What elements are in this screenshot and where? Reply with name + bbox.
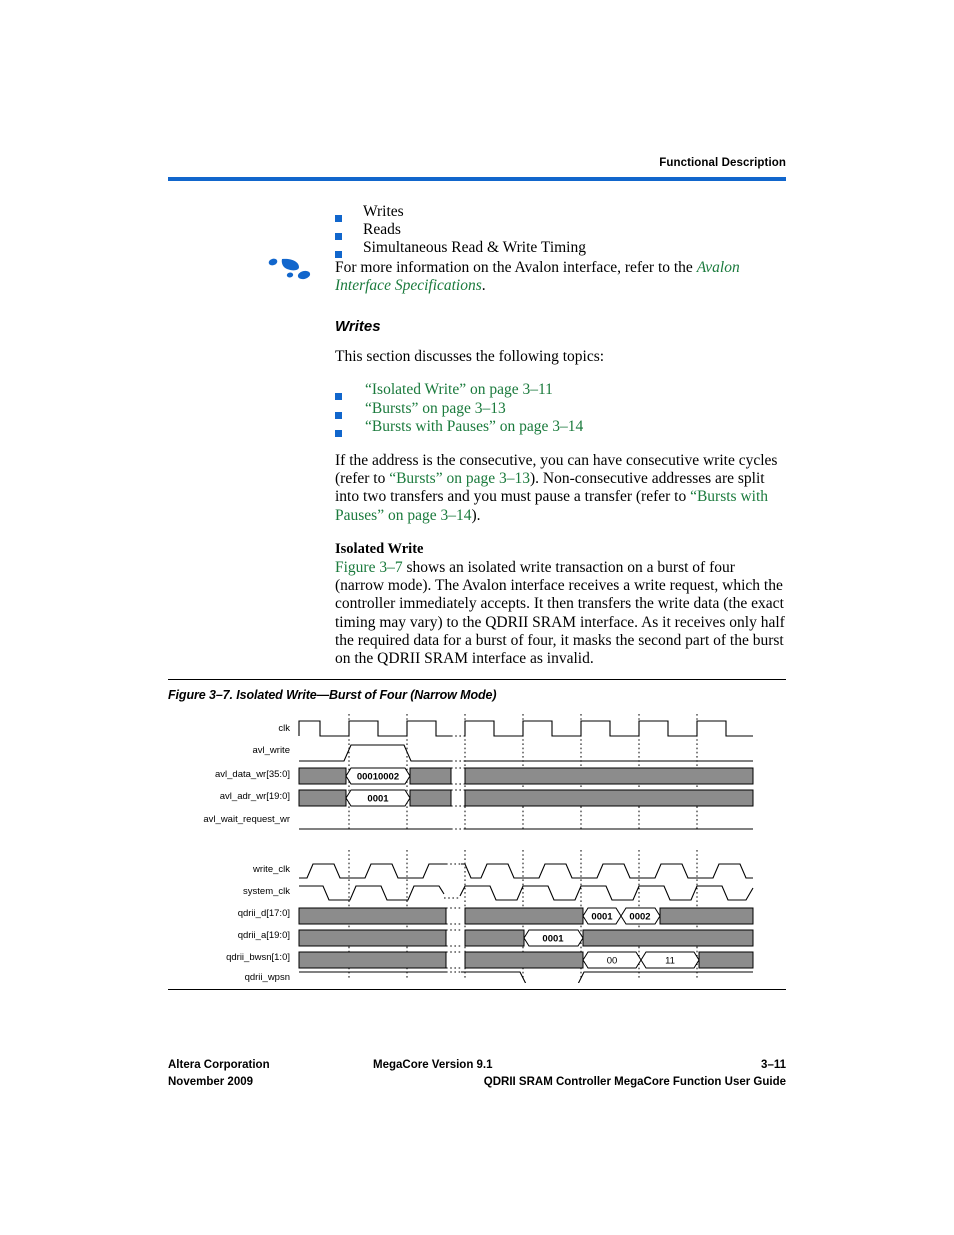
figure-rule-bottom: [168, 989, 786, 990]
waveform-qdrii-a: 0001: [298, 929, 754, 947]
figure-caption: Figure 3–7. Isolated Write—Burst of Four…: [168, 688, 497, 702]
bullet-square-icon: [335, 418, 365, 442]
waveform-clk: [298, 720, 753, 737]
subheading-isolated-write: Isolated Write: [335, 541, 424, 557]
footprint-icon: [266, 256, 322, 286]
section-heading-writes: Writes: [335, 318, 381, 335]
footer-date: November 2009: [168, 1076, 254, 1088]
waveform-write-clk: [299, 863, 753, 879]
writes-topic-list: “Isolated Write” on page 3–11 “Bursts” o…: [335, 381, 795, 437]
list-item: Writes: [335, 203, 795, 222]
signal-label-qdrii-a: qdrii_a[19:0]: [238, 930, 290, 941]
signal-label-avl-adr-wr: avl_adr_wr[19:0]: [220, 791, 290, 802]
waveform-system-clk: [299, 885, 754, 901]
writes-intro-paragraph: This section discusses the following top…: [335, 348, 605, 365]
inline-link-bursts[interactable]: “Bursts” on page 3–13: [389, 470, 530, 487]
note-text-after: .: [481, 277, 486, 294]
waveform-avl-data-wr: 00010002: [298, 767, 754, 785]
bus-value-avl-adr-wr: 0001: [367, 794, 389, 805]
page-footer: Altera Corporation MegaCore Version 9.1 …: [168, 1059, 786, 1093]
signal-label-qdrii-wpsn: qdrii_wpsn: [245, 972, 290, 983]
waveform-qdrii-wpsn: [299, 971, 753, 983]
bus-value-avl-data-wr: 00010002: [357, 772, 399, 783]
document-page: Functional Description Writes Reads Simu…: [0, 0, 954, 1235]
note-text-before: For more information on the Avalon inter…: [335, 259, 697, 276]
note-paragraph: For more information on the Avalon inter…: [335, 259, 790, 295]
signal-label-avl-write: avl_write: [253, 745, 291, 756]
bus-value-qdrii-a: 0001: [542, 934, 564, 945]
isolated-write-paragraph: Figure 3–7 shows an isolated write trans…: [335, 559, 787, 668]
footer-guide-title: QDRII SRAM Controller MegaCore Function …: [483, 1076, 786, 1088]
top-bullet-list: Writes Reads Simultaneous Read & Write T…: [335, 203, 795, 258]
list-item-label: Reads: [363, 221, 401, 238]
para-segment-3: ).: [471, 506, 481, 524]
signal-label-avl-data-wr: avl_data_wr[35:0]: [215, 769, 290, 780]
footer-line-2: November 2009 QDRII SRAM Controller Mega…: [168, 1076, 786, 1093]
signal-label-clk: clk: [278, 723, 290, 734]
inline-link-figure-3-7[interactable]: Figure 3–7: [335, 559, 403, 576]
footer-version: MegaCore Version 9.1: [373, 1059, 493, 1071]
list-item-label: Simultaneous Read & Write Timing: [363, 239, 586, 256]
signal-label-avl-wait-request-wr: avl_wait_request_wr: [203, 814, 290, 825]
signal-label-qdrii-bwsn: qdrii_bwsn[1:0]: [226, 952, 290, 963]
link-bursts-with-pauses[interactable]: “Bursts with Pauses” on page 3–14: [365, 418, 583, 437]
isolated-write-body: shows an isolated write transaction on a…: [335, 559, 785, 668]
link-bursts[interactable]: “Bursts” on page 3–13: [365, 400, 506, 419]
writes-body-paragraph: If the address is the consecutive, you c…: [335, 452, 787, 525]
footer-line-1: Altera Corporation MegaCore Version 9.1 …: [168, 1059, 786, 1076]
list-item: Simultaneous Read & Write Timing: [335, 239, 795, 258]
waveform-avl-adr-wr: 0001: [298, 789, 754, 807]
signal-label-system-clk: system_clk: [243, 886, 290, 897]
waveform-qdrii-d: 0001 0002: [298, 907, 754, 925]
bus-value-qdrii-d-0: 0001: [591, 912, 613, 923]
signal-label-write-clk: write_clk: [252, 864, 290, 875]
list-item: “Bursts with Pauses” on page 3–14: [335, 418, 795, 437]
bus-value-qdrii-bwsn-0: 00: [607, 956, 618, 967]
footer-company: Altera Corporation: [168, 1059, 270, 1071]
waveform-avl-write: [299, 744, 753, 762]
list-item: “Isolated Write” on page 3–11: [335, 381, 795, 400]
bus-value-qdrii-d-1: 0002: [629, 912, 650, 923]
bus-value-qdrii-bwsn-1: 11: [665, 956, 675, 967]
page-header-title: Functional Description: [659, 157, 786, 169]
list-item: “Bursts” on page 3–13: [335, 400, 795, 419]
link-isolated-write[interactable]: “Isolated Write” on page 3–11: [365, 381, 553, 400]
header-rule: [168, 177, 786, 181]
figure-rule-top: [168, 679, 786, 680]
timing-diagram: .lbl { font-family:"Liberation Sans", sa…: [168, 708, 786, 983]
waveform-svg: .lbl { font-family:"Liberation Sans", sa…: [203, 714, 754, 983]
footer-page-number: 3–11: [761, 1059, 786, 1071]
list-item: Reads: [335, 221, 795, 240]
signal-label-qdrii-d: qdrii_d[17:0]: [238, 908, 290, 919]
waveform-qdrii-bwsn: 00 11: [298, 951, 754, 969]
list-item-label: Writes: [363, 203, 404, 220]
